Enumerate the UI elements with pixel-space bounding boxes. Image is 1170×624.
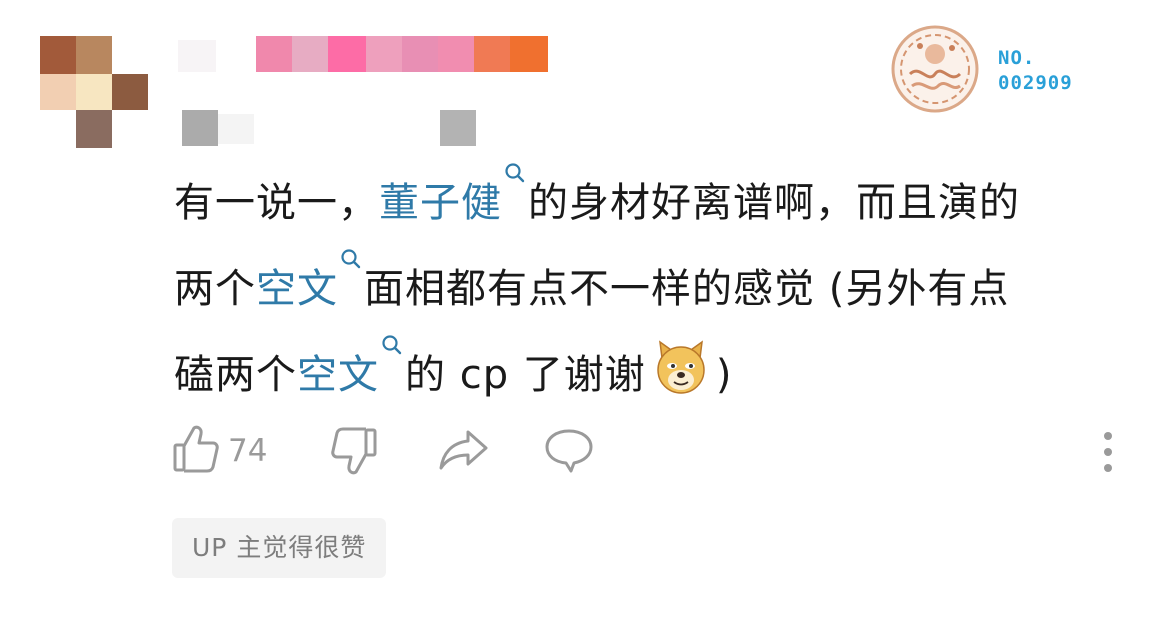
keyword-link[interactable]: 空文: [256, 266, 338, 312]
thumbs-down-icon[interactable]: [330, 426, 378, 476]
search-icon[interactable]: [340, 246, 362, 286]
fan-number-label: NO.: [998, 47, 1036, 69]
reply-icon[interactable]: [544, 428, 594, 474]
doge-emoji-icon: [652, 338, 710, 396]
comment-text-segment: 有一说一，: [174, 180, 379, 226]
keyword-link[interactable]: 空文: [297, 352, 379, 398]
fan-number-value: 002909: [998, 72, 1073, 94]
search-icon[interactable]: [381, 332, 403, 372]
comment-text-segment: 两个: [174, 266, 256, 312]
fan-badge-emblem: [890, 24, 980, 114]
comment-line-1: 有一说一，董子健 的身材好离谱啊，而且演的: [174, 160, 1134, 246]
more-vertical-icon[interactable]: [1096, 428, 1120, 476]
comment-text-segment: ): [715, 352, 733, 398]
comment-text-segment: 的身材好离谱啊，而且演的: [528, 180, 1020, 226]
comment-meta: [182, 110, 478, 146]
comment-line-2: 两个空文 面相都有点不一样的感觉 (另外有点: [174, 246, 1134, 332]
up-liked-badge: UP 主觉得很赞: [172, 518, 387, 578]
share-icon[interactable]: [438, 428, 490, 472]
username[interactable]: [178, 36, 550, 74]
comment-text-segment: 的 cp 了谢谢: [405, 352, 646, 398]
comment-text-segment: 磕两个: [174, 352, 297, 398]
thumbs-up-icon[interactable]: [172, 424, 220, 474]
comment-text-segment: 面相都有点不一样的感觉 (另外有点: [364, 266, 1010, 312]
comment-line-3: 磕两个空文的 cp 了谢谢 ): [174, 332, 1134, 418]
like-count: 74: [228, 433, 268, 469]
fan-number: NO. 002909: [998, 46, 1073, 96]
search-icon[interactable]: [504, 160, 526, 200]
comment-text: 有一说一，董子健 的身材好离谱啊，而且演的 两个空文 面相都有点不一样的感觉 (另外…: [174, 160, 1134, 418]
keyword-link[interactable]: 董子健: [379, 180, 502, 226]
avatar[interactable]: [40, 36, 148, 148]
